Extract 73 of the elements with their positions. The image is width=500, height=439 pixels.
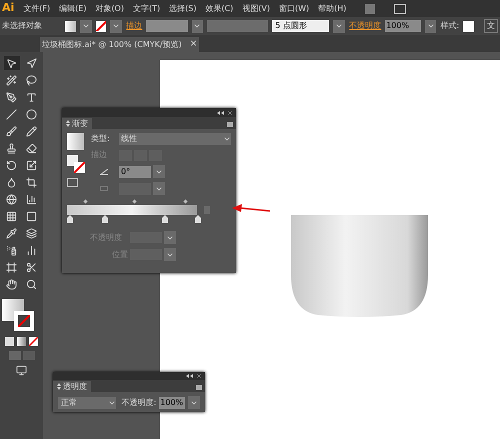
document-tab[interactable]: 垃圾桶图标.ai* @ 100% (CMYK/预览) × <box>40 37 200 52</box>
pencil-tool[interactable] <box>24 124 40 138</box>
style-swatch[interactable] <box>463 20 474 32</box>
collapse-icon[interactable] <box>217 110 224 114</box>
menu-item[interactable]: 选择(S) <box>169 2 196 14</box>
magic-wand-tool[interactable] <box>4 73 20 87</box>
color-stops-icon[interactable] <box>67 215 201 223</box>
pointer-arrow-drawing <box>232 203 270 215</box>
opacity-field[interactable]: 100% <box>385 20 421 32</box>
gradient-preview-swatch[interactable] <box>67 133 84 150</box>
expand-icon <box>57 383 61 390</box>
blend-mode-dropdown[interactable]: 正常 <box>58 396 116 408</box>
eraser-tool[interactable] <box>24 141 40 155</box>
menu-item[interactable]: 文件(F) <box>23 2 50 14</box>
blend-tool[interactable] <box>24 226 40 240</box>
dropdown-caret-icon[interactable] <box>192 20 204 32</box>
reverse-gradient-icon[interactable] <box>67 178 78 187</box>
stroke-swatch[interactable] <box>96 20 106 32</box>
fill-color-swatch[interactable] <box>2 299 24 321</box>
tab-close-button[interactable]: × <box>190 38 198 52</box>
line-tool[interactable] <box>4 107 20 121</box>
expand-icon <box>66 120 70 127</box>
menu-item[interactable]: 编辑(E) <box>59 2 86 14</box>
fill-swatch[interactable] <box>65 20 76 32</box>
variable-width-field[interactable] <box>207 20 268 32</box>
type-label: 类型: <box>91 133 111 145</box>
document-title: 垃圾桶图标.ai* @ 100% (CMYK/预览) <box>42 38 182 50</box>
collapse-icon[interactable] <box>186 374 193 378</box>
brush-tool[interactable] <box>4 124 20 138</box>
angle-field[interactable]: 0° <box>119 166 151 178</box>
dropdown-caret-icon[interactable] <box>110 20 122 32</box>
angle-icon <box>100 168 108 174</box>
type-dropdown[interactable]: 线性 <box>119 133 231 145</box>
lasso-tool[interactable] <box>24 73 40 87</box>
ellipse-tool[interactable] <box>24 107 40 121</box>
hand-tool[interactable] <box>4 277 20 291</box>
aspect-ratio-icon <box>100 186 108 191</box>
panel-tab[interactable]: 透明度 <box>53 381 91 392</box>
selection-status: 未选择对象 <box>2 20 43 32</box>
app-logo: Ai <box>2 0 14 16</box>
menu-item[interactable]: 窗口(W) <box>279 2 310 14</box>
shape-builder-tool[interactable] <box>4 192 20 206</box>
brush-field[interactable]: 5 点圆形 <box>272 20 330 32</box>
screen-mode-button[interactable] <box>16 365 27 376</box>
selection-tool[interactable] <box>4 56 20 70</box>
opacity-label: 不透明度: <box>122 396 156 408</box>
style-label: 样式: <box>440 20 460 32</box>
artboard-tool[interactable] <box>4 260 20 274</box>
dropdown-caret-icon[interactable] <box>424 20 436 32</box>
close-icon[interactable] <box>227 110 233 116</box>
fill-stroke-swatch[interactable] <box>67 155 85 173</box>
color-mode-button[interactable] <box>5 337 14 346</box>
gradient-mode-button[interactable] <box>17 337 26 346</box>
document-setup-button[interactable]: 文 <box>484 19 498 33</box>
opacity-link[interactable]: 不透明度 <box>349 20 382 32</box>
dropdown-caret-icon[interactable] <box>80 20 92 32</box>
panel-tab[interactable]: 渐变 <box>62 118 92 129</box>
pen-tool[interactable] <box>4 90 20 104</box>
menu-item[interactable]: 效果(C) <box>205 2 234 14</box>
caret-icon <box>223 135 231 143</box>
free-transform-tool[interactable] <box>24 175 40 189</box>
none-mode-button[interactable] <box>29 337 38 346</box>
opacity-field[interactable]: 100% <box>159 396 186 408</box>
close-icon[interactable] <box>196 373 202 379</box>
menu-item[interactable]: 文字(T) <box>132 2 160 14</box>
menu-item[interactable]: 视图(V) <box>242 2 270 14</box>
stroke-link[interactable]: 描边 <box>126 20 142 32</box>
stroke-color-swatch[interactable] <box>14 311 34 331</box>
workspace-icon[interactable] <box>394 4 406 14</box>
stroke-weight-field[interactable] <box>146 20 188 32</box>
menu-item[interactable]: 帮助(H) <box>318 2 346 14</box>
dropdown-caret-icon[interactable] <box>333 20 346 32</box>
menu-item[interactable]: 对象(O) <box>95 2 124 14</box>
